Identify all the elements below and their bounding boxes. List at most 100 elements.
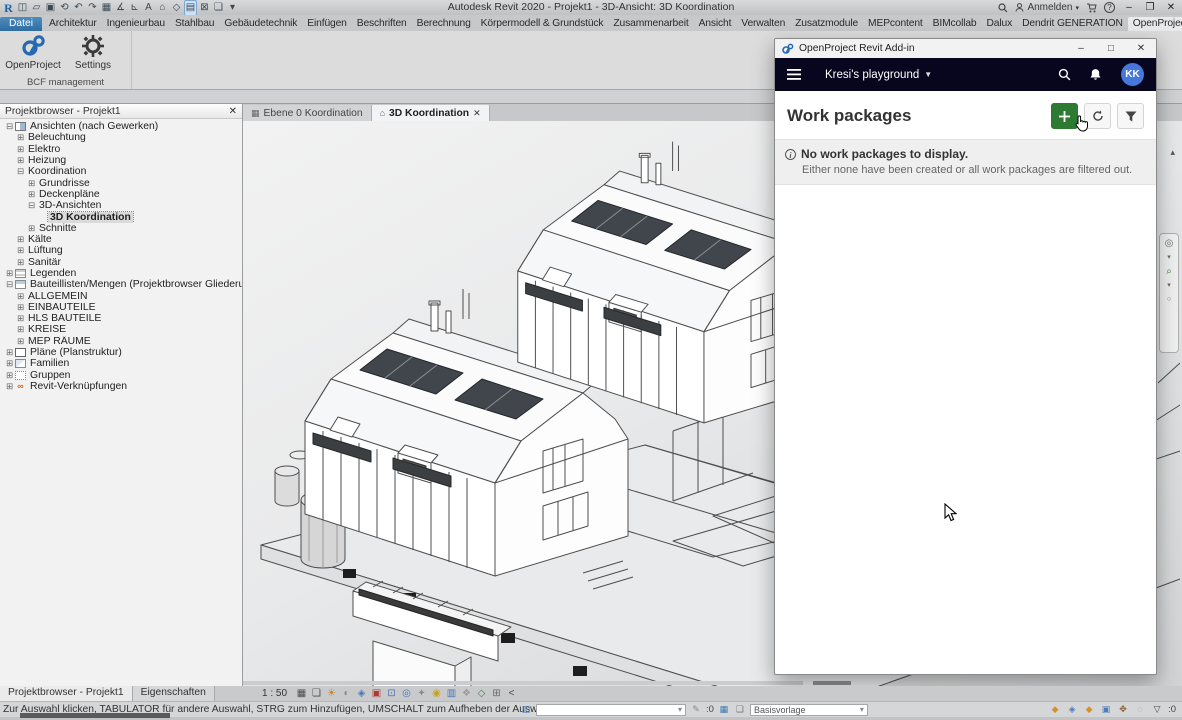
bell-icon[interactable]: [1089, 68, 1102, 81]
print-icon[interactable]: ▦: [100, 1, 113, 15]
switch-windows-icon[interactable]: ❏: [212, 1, 225, 15]
ribbon-tab-ansicht[interactable]: Ansicht: [694, 17, 737, 31]
temporary-view-properties-icon[interactable]: ▥: [445, 687, 458, 700]
design-options-icon[interactable]: ▦: [718, 704, 730, 715]
shadows-icon[interactable]: ◐: [340, 687, 353, 700]
expand-plus-icon[interactable]: ⊞: [15, 144, 26, 155]
selection-filter-icon[interactable]: ▽: [1151, 704, 1163, 715]
recent-files-icon[interactable]: ◫: [16, 1, 29, 15]
tree-item-koordination[interactable]: ⊟Koordination: [0, 166, 242, 177]
expand-bar-icon[interactable]: <: [505, 687, 518, 700]
ribbon-tab-dalux[interactable]: Dalux: [982, 17, 1018, 31]
tree-item-kreise[interactable]: ⊞KREISE: [0, 324, 242, 335]
collapse-minus-icon[interactable]: ⊟: [15, 166, 26, 177]
collapse-minus-icon[interactable]: ⊟: [4, 121, 15, 132]
undo-icon[interactable]: ↶: [72, 1, 85, 15]
tree-item-mep-räume[interactable]: ⊞MEP RÄUME: [0, 336, 242, 347]
text-icon[interactable]: A: [142, 1, 155, 15]
constraints-icon[interactable]: ◇: [475, 687, 488, 700]
help-icon[interactable]: ?: [1104, 2, 1115, 13]
default-3d-view-icon[interactable]: ⌂: [156, 1, 169, 15]
displaced-elements-icon[interactable]: ⊞: [490, 687, 503, 700]
user-avatar[interactable]: KK: [1121, 63, 1144, 86]
show-crop-region-icon[interactable]: ⊡: [385, 687, 398, 700]
expand-plus-icon[interactable]: ⊞: [4, 268, 15, 279]
view-tab-ebene-0-koordination[interactable]: ▦Ebene 0 Koordination: [243, 105, 372, 121]
scroll-up-icon[interactable]: ▴: [1170, 147, 1175, 158]
window-close-button[interactable]: ✕: [1164, 2, 1178, 13]
expand-plus-icon[interactable]: ⊞: [15, 291, 26, 302]
canvas-horizontal-scrollbar[interactable]: [243, 681, 803, 685]
tree-item-beleuchtung[interactable]: ⊞Beleuchtung: [0, 132, 242, 143]
save-icon[interactable]: ▣: [44, 1, 57, 15]
window-minimize-button[interactable]: –: [1122, 2, 1136, 13]
nav-dropdown-icon[interactable]: ▾: [1167, 252, 1171, 263]
filter-button[interactable]: [1117, 103, 1144, 129]
expand-plus-icon[interactable]: ⊞: [15, 234, 26, 245]
expand-plus-icon[interactable]: ⊞: [15, 324, 26, 335]
zoom-tool-icon[interactable]: ⌕: [1166, 266, 1172, 277]
ribbon-tab-beschriften[interactable]: Beschriften: [352, 17, 412, 31]
settings-button[interactable]: Settings: [64, 34, 122, 71]
active-workset-select[interactable]: ▾: [536, 704, 686, 716]
collapse-minus-icon[interactable]: ⊟: [26, 200, 37, 211]
expand-plus-icon[interactable]: ⊞: [4, 381, 15, 392]
ribbon-tab-körpermodell-grundstück[interactable]: Körpermodell & Grundstück: [476, 17, 609, 31]
design-option-select[interactable]: Basisvorlage▾: [750, 704, 868, 716]
worksharing-display-icon[interactable]: ◉: [430, 687, 443, 700]
store-cart-icon[interactable]: [1086, 3, 1097, 13]
active-option-icon[interactable]: ❏: [734, 704, 746, 715]
visual-style-icon[interactable]: ❏: [310, 687, 323, 700]
select-links-toggle-icon[interactable]: ◆: [1049, 704, 1061, 715]
sync-with-central-icon[interactable]: ⟲: [58, 1, 71, 15]
tree-item-3d-koordination[interactable]: 3D Koordination: [0, 211, 242, 222]
worksets-icon[interactable]: ◫: [520, 704, 532, 715]
addin-maximize-button[interactable]: □: [1096, 39, 1126, 58]
ribbon-tab-mepcontent[interactable]: MEPcontent: [863, 17, 928, 31]
drag-on-selection-toggle-icon[interactable]: ✥: [1117, 704, 1129, 715]
expand-plus-icon[interactable]: ⊞: [15, 132, 26, 143]
ribbon-tab-ingenieurbau[interactable]: Ingenieurbau: [102, 17, 170, 31]
analytical-model-icon[interactable]: ❖: [460, 687, 473, 700]
view-tab-3d-koordination[interactable]: ⌂3D Koordination✕: [372, 105, 490, 121]
nav-options-icon[interactable]: ○: [1167, 294, 1171, 305]
temporary-hide-isolate-icon[interactable]: ◎: [400, 687, 413, 700]
background-processes-icon[interactable]: ◌: [1134, 704, 1146, 715]
crop-view-icon[interactable]: ▣: [370, 687, 383, 700]
ribbon-tab-datei[interactable]: Datei: [0, 17, 42, 31]
sun-path-icon[interactable]: ☀: [325, 687, 338, 700]
tree-item-sanitär[interactable]: ⊞Sanitär: [0, 257, 242, 268]
tree-item-revit-verknüpfungen[interactable]: ⊞∞Revit-Verknüpfungen: [0, 381, 242, 392]
expand-plus-icon[interactable]: ⊞: [4, 370, 15, 381]
hamburger-menu-icon[interactable]: [787, 69, 801, 80]
zoom-dropdown-icon[interactable]: ▾: [1167, 280, 1171, 291]
window-restore-button[interactable]: ❐: [1143, 2, 1157, 13]
close-inactive-views-icon[interactable]: ⊠: [198, 1, 211, 15]
measure-icon[interactable]: ∡: [114, 1, 127, 15]
bottom-tab-projektbrowser-projekt1[interactable]: Projektbrowser - Projekt1: [0, 686, 133, 701]
addin-close-button[interactable]: ✕: [1126, 39, 1156, 58]
tree-item-einbauteile[interactable]: ⊞EINBAUTEILE: [0, 302, 242, 313]
project-selector[interactable]: Kresi's playground ▼: [825, 69, 932, 81]
tree-item-allgemein[interactable]: ⊞ALLGEMEIN: [0, 290, 242, 301]
rendering-dialog-icon[interactable]: ◈: [355, 687, 368, 700]
expand-plus-icon[interactable]: ⊞: [4, 358, 15, 369]
expand-plus-icon[interactable]: ⊞: [26, 178, 37, 189]
tree-item-hls-bauteile[interactable]: ⊞HLS BAUTEILE: [0, 313, 242, 324]
expand-plus-icon[interactable]: ⊞: [15, 155, 26, 166]
expand-plus-icon[interactable]: ⊞: [26, 223, 37, 234]
ribbon-tab-architektur[interactable]: Architektur: [44, 17, 102, 31]
tree-item-gruppen[interactable]: ⊞Gruppen: [0, 370, 242, 381]
ribbon-tab-gebäudetechnik[interactable]: Gebäudetechnik: [219, 17, 302, 31]
expand-plus-icon[interactable]: ⊞: [15, 302, 26, 313]
open-icon[interactable]: ▱: [30, 1, 43, 15]
select-underlay-toggle-icon[interactable]: ◈: [1066, 704, 1078, 715]
tree-item-familien[interactable]: ⊞Familien: [0, 358, 242, 369]
thin-lines-icon[interactable]: ▤: [184, 0, 197, 16]
ribbon-tab-dendrit-generation[interactable]: Dendrit GENERATION: [1017, 17, 1128, 31]
ribbon-tab-zusammenarbeit[interactable]: Zusammenarbeit: [608, 17, 693, 31]
tree-item-deckenpläne[interactable]: ⊞Deckenpläne: [0, 189, 242, 200]
aligned-dimension-icon[interactable]: ⊾: [128, 1, 141, 15]
collapse-minus-icon[interactable]: ⊟: [4, 279, 15, 290]
search-icon[interactable]: [998, 3, 1008, 13]
